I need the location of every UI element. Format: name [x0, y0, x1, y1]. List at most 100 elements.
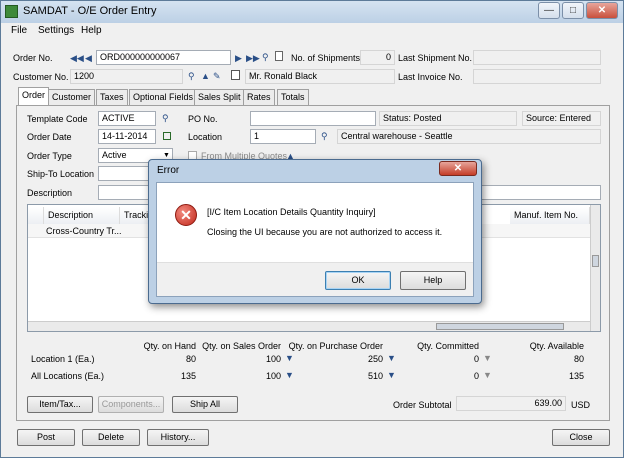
error-icon: ✕: [175, 204, 197, 226]
template-search-icon[interactable]: ⚲: [162, 113, 169, 123]
currency-label: USD: [571, 400, 591, 410]
menu-bar: File Settings Help: [1, 23, 623, 39]
order-no-label: Order No.: [13, 53, 53, 63]
window-close-button[interactable]: ✕: [586, 2, 618, 19]
drilldown-icon[interactable]: ▼: [387, 370, 396, 380]
location-qty-on-purchase-order: 250: [367, 354, 383, 364]
customer-search-icon[interactable]: ⚲: [188, 71, 195, 81]
location-field[interactable]: 1: [250, 129, 316, 144]
customer-no-label: Customer No.: [13, 72, 69, 82]
order-subtotal-field: 639.00: [456, 396, 566, 411]
qty-available-header: Qty. Available: [529, 341, 584, 351]
status-field: Status: Posted: [379, 111, 517, 126]
scrollbar-thumb[interactable]: [592, 255, 599, 267]
close-button[interactable]: Close: [552, 429, 610, 446]
drilldown-icon[interactable]: ▼: [483, 353, 492, 363]
template-code-field[interactable]: ACTIVE: [98, 111, 156, 126]
menu-help[interactable]: Help: [81, 25, 102, 36]
grid-header-manuf-item[interactable]: Manuf. Item No.: [510, 207, 590, 224]
help-button[interactable]: Help: [400, 271, 466, 290]
qty-committed-header: Qty. Committed: [417, 341, 479, 351]
shipments-label: No. of Shipments: [291, 53, 361, 63]
dialog-footer: OK Help: [157, 262, 473, 296]
tab-taxes[interactable]: Taxes: [96, 89, 128, 105]
order-date-field[interactable]: 14-11-2014: [98, 129, 156, 144]
next-record-icon[interactable]: ▶: [235, 53, 242, 63]
post-button[interactable]: Post: [17, 429, 75, 446]
components-button[interactable]: Components...: [98, 396, 164, 413]
row-description-cell: Cross-Country Tr...: [46, 226, 122, 236]
customer-name-field: Mr. Ronald Black: [245, 69, 395, 84]
last-record-icon[interactable]: ▶▶: [246, 53, 260, 63]
tab-rates[interactable]: Rates: [243, 89, 275, 105]
last-shipment-label: Last Shipment No.: [398, 53, 473, 63]
drilldown-icon[interactable]: ▼: [285, 370, 294, 380]
hscroll-thumb[interactable]: [436, 323, 564, 330]
tab-customer[interactable]: Customer: [48, 89, 96, 105]
po-no-label: PO No.: [188, 114, 218, 124]
ship-to-field[interactable]: [98, 166, 153, 181]
all-qty-on-sales-order: 100: [265, 371, 281, 381]
last-invoice-field: [473, 69, 601, 84]
delete-button[interactable]: Delete: [82, 429, 140, 446]
dialog-body: ✕ [I/C Item Location Details Quantity In…: [156, 182, 474, 297]
all-qty-on-hand: 135: [180, 371, 196, 381]
location-qty-on-hand: 80: [185, 354, 196, 364]
drilldown-icon[interactable]: ▼: [483, 370, 492, 380]
po-no-field[interactable]: [250, 111, 376, 126]
all-qty-on-purchase-order: 510: [367, 371, 383, 381]
location-label: Location: [188, 132, 223, 142]
app-icon: [5, 5, 18, 18]
all-qty-available: 135: [568, 371, 584, 381]
new-document-icon[interactable]: [275, 51, 283, 61]
order-type-label: Order Type: [27, 151, 72, 161]
zoom-up-icon[interactable]: ▲: [201, 71, 210, 81]
drilldown-icon[interactable]: ▼: [285, 353, 294, 363]
order-subtotal-label: Order Subtotal: [393, 400, 452, 410]
grid-header-description[interactable]: Description: [44, 207, 120, 224]
dialog-heading: [I/C Item Location Details Quantity Inqu…: [207, 207, 376, 217]
location-desc-field: Central warehouse - Seattle: [337, 129, 601, 144]
qty-on-sales-order-header: Qty. on Sales Order: [202, 341, 281, 351]
tab-optional-fields[interactable]: Optional Fields: [129, 89, 198, 105]
menu-settings[interactable]: Settings: [38, 25, 74, 36]
source-field: Source: Entered: [522, 111, 601, 126]
qty-on-purchase-order-header: Qty. on Purchase Order: [288, 341, 383, 351]
last-shipment-field: [473, 50, 601, 65]
history-button[interactable]: History...: [147, 429, 209, 446]
tab-sales-split[interactable]: Sales Split: [194, 89, 245, 105]
menu-file[interactable]: File: [11, 25, 27, 36]
first-record-icon[interactable]: ◀◀: [70, 53, 84, 63]
edit-customer-icon[interactable]: ✎: [213, 71, 221, 81]
dialog-close-button[interactable]: ✕: [439, 161, 477, 176]
grid-vertical-scrollbar[interactable]: [590, 205, 600, 331]
previous-record-icon[interactable]: ◀: [85, 53, 92, 63]
last-invoice-label: Last Invoice No.: [398, 72, 463, 82]
calendar-icon[interactable]: [163, 132, 171, 140]
shipments-field: 0: [360, 50, 395, 65]
location-search-icon[interactable]: ⚲: [321, 131, 328, 141]
grid-horizontal-scrollbar[interactable]: [28, 321, 590, 331]
tab-totals[interactable]: Totals: [277, 89, 309, 105]
tab-order[interactable]: Order: [18, 87, 50, 106]
dialog-message: Closing the UI because you are not autho…: [207, 227, 443, 237]
maximize-button[interactable]: □: [562, 2, 584, 19]
ship-to-label: Ship-To Location: [27, 169, 95, 179]
search-icon[interactable]: ⚲: [262, 52, 269, 62]
location-qty-on-sales-order: 100: [265, 354, 281, 364]
ship-all-button[interactable]: Ship All: [172, 396, 238, 413]
description-label: Description: [27, 188, 73, 198]
order-no-field[interactable]: ORD000000000067: [96, 50, 231, 65]
window-title: SAMDAT - O/E Order Entry: [23, 5, 157, 17]
drilldown-icon[interactable]: ▼: [387, 353, 396, 363]
template-code-label: Template Code: [27, 114, 88, 124]
customer-card-icon[interactable]: [231, 70, 240, 80]
all-locations-qty-label: All Locations (Ea.): [31, 371, 105, 381]
order-date-label: Order Date: [27, 132, 72, 142]
location-qty-committed: 0: [473, 354, 479, 364]
ok-button[interactable]: OK: [325, 271, 391, 290]
item-tax-button[interactable]: Item/Tax...: [27, 396, 93, 413]
location-qty-available: 80: [573, 354, 584, 364]
location-qty-label: Location 1 (Ea.): [31, 354, 95, 364]
minimize-button[interactable]: —: [538, 2, 560, 19]
